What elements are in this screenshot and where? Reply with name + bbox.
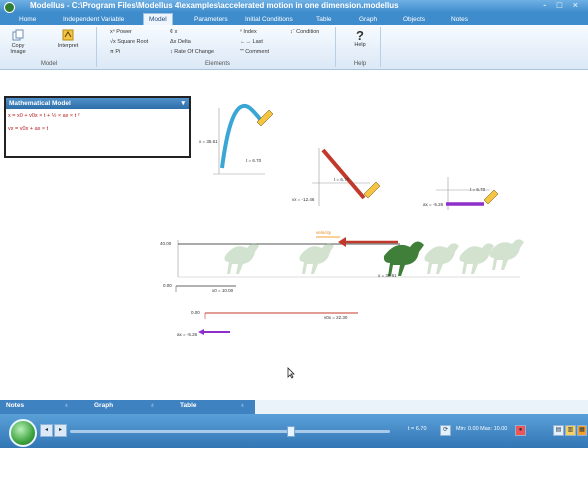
graph3-a-readout: ax = -5.26 xyxy=(423,202,444,207)
window-controls[interactable]: - □ × xyxy=(543,0,582,10)
pi-button[interactable]: π Pi xyxy=(110,49,120,55)
interpret-label: Interpret xyxy=(57,43,79,49)
elements-group: xⁿ Power √x Square Root π Pi ¢ x Δx Delt… xyxy=(100,27,336,67)
track-x-readout: x = 35.61 xyxy=(378,273,397,278)
pane-tab-notes[interactable]: Notes xyxy=(6,402,24,409)
pane-tab-bar: Notes ♁ Graph ♁ Table ♁ xyxy=(0,400,255,414)
tab-parameters[interactable]: Parameters xyxy=(189,14,233,25)
pencil-icon xyxy=(363,181,381,199)
comment-button[interactable]: ˮˮ Comment xyxy=(240,49,269,55)
copy-icon xyxy=(12,29,24,41)
help-button[interactable]: ? Help xyxy=(348,29,372,48)
model-group: Copy Image Interpret Model xyxy=(2,27,97,67)
track-left-value: 40.00 xyxy=(160,241,172,246)
play-button-icon[interactable] xyxy=(9,419,37,447)
interpret-button[interactable]: Interpret xyxy=(56,29,80,49)
settings-icon[interactable]: ▦ xyxy=(577,425,587,436)
tab-table[interactable]: Table xyxy=(311,14,337,25)
modellus-app-icon xyxy=(4,2,15,13)
tab-home[interactable]: Home xyxy=(14,14,41,25)
modellus-window: Modellus - C:\Program Files\Modellus 4\e… xyxy=(0,0,588,448)
tab-initial-conditions[interactable]: Initial Conditions xyxy=(240,14,298,25)
time-readout: t = 6.70 xyxy=(408,426,427,432)
x-button[interactable]: ¢ x xyxy=(170,29,177,35)
last-button[interactable]: ←→ Last xyxy=(240,39,263,45)
index-button[interactable]: ˣ Index xyxy=(240,29,257,35)
tab-independent-variable[interactable]: Independent Variable xyxy=(58,14,129,25)
graph1-t-readout: t = 6.70 xyxy=(246,158,262,163)
time-slider[interactable] xyxy=(70,430,390,433)
tab-model[interactable]: Model xyxy=(143,13,173,25)
position-graph[interactable] xyxy=(213,103,274,175)
step-back-icon[interactable]: ◂ xyxy=(40,424,53,437)
graph2-v-readout: vx = -12.46 xyxy=(292,197,315,202)
x0-tick: 0.00 xyxy=(163,283,172,288)
elements-group-label: Elements xyxy=(204,61,230,67)
delta-button[interactable]: Δx Delta xyxy=(170,39,191,45)
title-bar: Modellus - C:\Program Files\Modellus 4\e… xyxy=(0,0,588,13)
power-button[interactable]: xⁿ Power xyxy=(110,29,132,35)
help-icon: ? xyxy=(356,28,364,43)
help-group: ? Help Help xyxy=(340,27,381,67)
tab-objects[interactable]: Objects xyxy=(398,14,430,25)
help-group-label: Help xyxy=(353,61,367,67)
pin-icon[interactable]: ♁ xyxy=(240,402,245,409)
ribbon-tabs: Home Independent Variable Model Paramete… xyxy=(0,13,588,25)
pin-icon[interactable]: ♁ xyxy=(64,402,69,409)
dinosaur-object[interactable] xyxy=(383,241,424,276)
graph3-t-readout: t = 6.70 xyxy=(470,187,486,192)
reset-icon[interactable]: ⟳ xyxy=(440,425,451,436)
pane-tab-graph[interactable]: Graph xyxy=(94,402,113,409)
help-label: Help xyxy=(354,42,366,48)
motion-track xyxy=(177,236,524,278)
workspace[interactable]: Mathematical Model ▾ x = x0 + v0x × t + … xyxy=(0,70,588,400)
time-slider-thumb[interactable] xyxy=(287,426,295,437)
playback-bar: ◂ ▸ t = 6.70 ⟳ Min: 0.00 Max: 10.00 ● ▤ … xyxy=(0,414,588,448)
v0x-value: v0x = 22.30 xyxy=(324,315,348,320)
layout-icon[interactable]: ▥ xyxy=(565,425,576,436)
window-title: Modellus - C:\Program Files\Modellus 4\e… xyxy=(30,1,399,10)
tab-notes[interactable]: Notes xyxy=(446,14,473,25)
interpret-icon xyxy=(62,29,74,41)
velocity-vector-label: velocity xyxy=(316,230,332,235)
view-toggle-icon[interactable]: ▤ xyxy=(553,425,564,436)
min-max-readout: Min: 0.00 Max: 10.00 xyxy=(456,426,508,432)
velocity-line xyxy=(321,148,366,200)
square-root-button[interactable]: √x Square Root xyxy=(110,39,148,45)
pane-tab-table[interactable]: Table xyxy=(180,402,197,409)
pin-icon[interactable]: ♁ xyxy=(150,402,155,409)
ax-arrowhead xyxy=(198,329,204,335)
x0-value: x0 = 10.00 xyxy=(212,288,234,293)
ax-value: ax = -5.26 xyxy=(177,332,198,337)
model-group-label: Model xyxy=(40,61,58,67)
condition-button[interactable]: ↕ˉ Condition xyxy=(290,29,319,35)
acceleration-graph[interactable] xyxy=(436,177,499,210)
animation-canvas xyxy=(175,103,524,335)
record-icon[interactable]: ● xyxy=(515,425,526,436)
rate-of-change-button[interactable]: ↕ Rate Of Change xyxy=(170,49,214,55)
velocity-arrowhead xyxy=(338,237,346,247)
graph1-y-readout: x = 35.61 xyxy=(199,139,218,144)
mouse-cursor-icon xyxy=(287,367,295,379)
ribbon: Copy Image Interpret Model xⁿ Power √x S… xyxy=(0,25,588,70)
trail-dinosaurs xyxy=(224,239,524,274)
tab-graph[interactable]: Graph xyxy=(354,14,382,25)
copy-image-button[interactable]: Copy Image xyxy=(6,29,30,55)
pencil-icon xyxy=(483,189,499,205)
copy-image-label: Copy Image xyxy=(10,43,26,55)
graph2-t-readout: t = 6.70 xyxy=(334,177,350,182)
step-forward-icon[interactable]: ▸ xyxy=(54,424,67,437)
v0x-tick: 0.00 xyxy=(191,310,200,315)
